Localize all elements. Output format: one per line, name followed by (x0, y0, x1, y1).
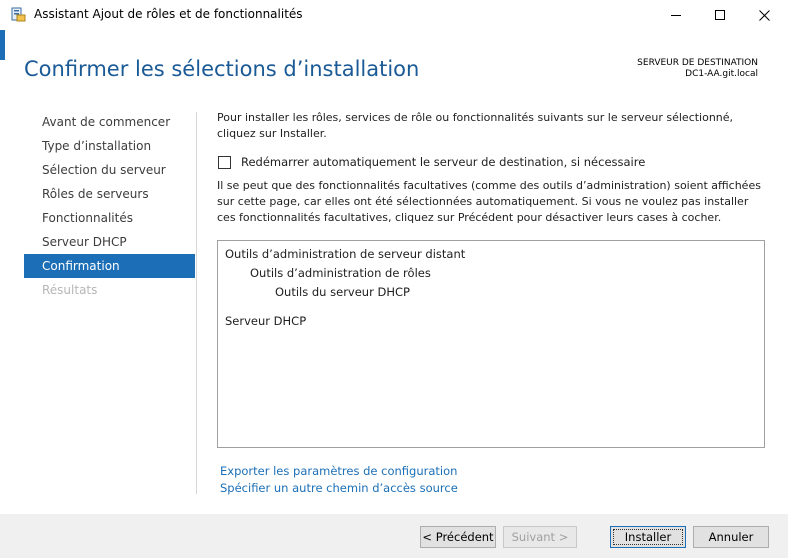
destination-server-label: SERVEUR DE DESTINATION (637, 58, 758, 68)
close-button[interactable] (742, 0, 786, 30)
restart-option[interactable]: Redémarrer automatiquement le serveur de… (218, 155, 645, 169)
page-title: Confirmer les sélections d’installation (24, 57, 420, 81)
close-icon (758, 9, 770, 21)
background-window-edge (0, 30, 5, 60)
install-button[interactable]: Installer (610, 526, 686, 548)
intro-text: Pour installer les rôles, services de rô… (217, 111, 734, 140)
nav-item-features[interactable]: Fonctionnalités (24, 206, 195, 230)
wizard-steps-nav: Avant de commencer Type d’installation S… (24, 110, 195, 302)
next-button[interactable]: Suivant > (503, 526, 577, 548)
list-item: Outils d’administration de rôles (250, 266, 431, 280)
list-item: Outils d’administration de serveur dista… (225, 247, 466, 261)
window-title: Assistant Ajout de rôles et de fonctionn… (34, 7, 303, 21)
destination-server-name: DC1-AA.git.local (685, 69, 758, 79)
minimize-icon (670, 14, 681, 16)
cancel-button[interactable]: Annuler (693, 526, 769, 548)
restart-checkbox[interactable] (218, 155, 231, 169)
restart-checkbox-label[interactable]: Redémarrer automatiquement le serveur de… (241, 155, 645, 169)
nav-item-results: Résultats (42, 283, 98, 297)
server-manager-icon (11, 7, 26, 22)
nav-item-installation-type[interactable]: Type d’installation (24, 134, 195, 158)
maximize-button[interactable] (698, 0, 742, 30)
nav-item-server-roles[interactable]: Rôles de serveurs (24, 182, 195, 206)
nav-item-dhcp-server[interactable]: Serveur DHCP (24, 230, 195, 254)
export-config-link[interactable]: Exporter les paramètres de configuration (220, 464, 457, 478)
selections-list[interactable]: Outils d’administration de serveur dista… (217, 240, 765, 448)
title-bar[interactable]: Assistant Ajout de rôles et de fonctionn… (0, 0, 788, 30)
nav-item-server-selection[interactable]: Sélection du serveur (24, 158, 195, 182)
previous-button[interactable]: < Précédent (420, 526, 496, 548)
optional-features-note: Il se peut que des fonctionnalités facul… (217, 179, 761, 224)
nav-item-confirmation[interactable]: Confirmation (24, 254, 195, 278)
list-item: Outils du serveur DHCP (275, 285, 410, 299)
list-item: Serveur DHCP (225, 314, 307, 328)
alternate-source-link[interactable]: Spécifier un autre chemin d’accès source (220, 481, 458, 495)
maximize-icon (714, 9, 725, 20)
minimize-button[interactable] (654, 0, 698, 30)
nav-divider (196, 112, 197, 494)
nav-item-before-you-begin[interactable]: Avant de commencer (24, 110, 195, 134)
